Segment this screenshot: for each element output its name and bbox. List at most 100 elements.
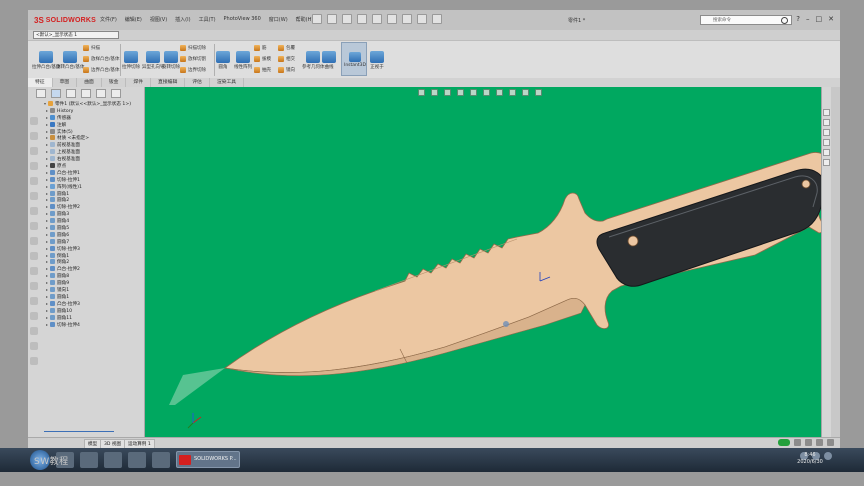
boundary-boss-button[interactable]: 边界凸台/基体: [83, 67, 120, 73]
menu-help[interactable]: 帮助(H): [296, 16, 314, 23]
tree-node[interactable]: ▸ 传感器: [28, 114, 144, 122]
tree-node[interactable]: ▾ 零件1 (默认<<默认>_显示状态 1>): [28, 101, 144, 108]
tree-node[interactable]: ▸ 圆角1: [28, 190, 144, 198]
tray-icon[interactable]: [805, 439, 812, 446]
configuration-manager-icon[interactable]: [81, 89, 91, 98]
tree-node[interactable]: ▸ 圆角8: [28, 273, 144, 280]
loft-boss-button[interactable]: 放样凸台/基体: [83, 56, 120, 62]
tree-node[interactable]: ▸ 切除-拉伸2: [28, 204, 144, 211]
sweep-button[interactable]: 扫描: [83, 45, 100, 51]
rebuild-icon[interactable]: [417, 14, 427, 24]
tree-node[interactable]: ▸ 圆角3: [28, 211, 144, 218]
tree-node[interactable]: ▸ 凸台-拉伸1: [28, 169, 144, 177]
tree-node[interactable]: ▸ 圆角11: [28, 314, 144, 322]
tree-node[interactable]: ▸ 圆角1: [28, 293, 144, 301]
fillet-button[interactable]: 圆角: [216, 51, 230, 70]
revolve-boss-button[interactable]: 旋转凸台/基体: [56, 51, 85, 70]
explorer-icon[interactable]: [80, 452, 98, 468]
file-explorer-icon[interactable]: [823, 129, 830, 136]
rollback-bar[interactable]: [44, 431, 114, 432]
tab-sheet-metal[interactable]: 钣金: [102, 78, 127, 87]
tray-icon[interactable]: [827, 439, 834, 446]
tree-node[interactable]: ▸ 凸台-拉伸2: [28, 266, 144, 273]
swept-cut-button[interactable]: 扫描切除: [180, 45, 206, 51]
shell-button[interactable]: 抽壳: [254, 67, 271, 73]
display-manager-icon[interactable]: [111, 89, 121, 98]
undo-icon[interactable]: [387, 14, 397, 24]
tree-node[interactable]: ▸ 圆角5: [28, 225, 144, 232]
tab-model[interactable]: 模型: [84, 439, 102, 448]
tab-3d-views[interactable]: 3D 视图: [100, 439, 126, 448]
print-icon[interactable]: [372, 14, 382, 24]
rib-button[interactable]: 筋: [254, 45, 267, 51]
tree-node[interactable]: ▸ 凸台-拉伸3: [28, 300, 144, 308]
side-tool-icon[interactable]: [30, 342, 38, 350]
revolve-cut-button[interactable]: 旋转切除: [162, 51, 180, 70]
appearances-icon[interactable]: [823, 149, 830, 156]
knife-blade[interactable]: [223, 152, 831, 374]
tree-node[interactable]: ▸ 切除-拉伸1: [28, 176, 144, 184]
menu-view[interactable]: 视图(V): [150, 16, 167, 23]
tray-icon[interactable]: [816, 439, 823, 446]
handle-rivet[interactable]: [801, 179, 811, 189]
tray-icon[interactable]: [794, 439, 801, 446]
mirror-button[interactable]: 镜向: [278, 67, 295, 73]
tab-evaluate[interactable]: 评估: [185, 78, 210, 87]
menu-window[interactable]: 窗口(W): [269, 16, 288, 23]
tree-node[interactable]: ▸ 圆角4: [28, 218, 144, 225]
maximize-button[interactable]: □: [816, 15, 823, 23]
tab-direct-editing[interactable]: 直接编辑: [151, 78, 186, 87]
side-tool-icon[interactable]: [30, 357, 38, 365]
tree-node[interactable]: ▸ 原点: [28, 163, 144, 170]
tree-node[interactable]: ▸ 切除-拉伸4: [28, 321, 144, 329]
menu-photoview[interactable]: PhotoView 360: [224, 16, 261, 23]
help-button[interactable]: ?: [796, 15, 800, 23]
tree-node[interactable]: ▸ 圆角10: [28, 307, 144, 315]
minimize-button[interactable]: –: [806, 15, 810, 23]
save-icon[interactable]: [357, 14, 367, 24]
tab-features[interactable]: 特征: [28, 78, 53, 87]
select-icon[interactable]: [402, 14, 412, 24]
extrude-cut-button[interactable]: 拉伸切除: [122, 51, 140, 70]
tree-node[interactable]: ▸ 材质 <未指定>: [28, 135, 144, 142]
open-icon[interactable]: [342, 14, 352, 24]
custom-properties-icon[interactable]: [823, 159, 830, 166]
solidworks-logo[interactable]: 3S SOLIDWORKS: [34, 14, 96, 26]
menu-tools[interactable]: 工具(T): [199, 16, 216, 23]
display-state-select[interactable]: <默认>_显示状态 1: [33, 31, 119, 39]
property-manager-icon[interactable]: [66, 89, 76, 98]
draft-button[interactable]: 拔模: [254, 56, 271, 62]
view-palette-icon[interactable]: [823, 139, 830, 146]
tree-node[interactable]: ▸ History: [28, 107, 144, 115]
tree-node[interactable]: ▸ 倒角2: [28, 259, 144, 266]
tree-node[interactable]: ▸ 上视基准面: [28, 149, 144, 156]
design-library-icon[interactable]: [823, 119, 830, 126]
linear-pattern-button[interactable]: 线性阵列: [234, 51, 252, 70]
search-commands-input[interactable]: 搜索命令: [700, 15, 792, 25]
tab-motion-study[interactable]: 运动算例 1: [124, 439, 155, 448]
pin-icon[interactable]: [312, 14, 322, 24]
tree-node[interactable]: ▸ 前视基准面: [28, 142, 144, 149]
normal-to-button[interactable]: 正视于: [370, 51, 384, 70]
tree-node[interactable]: ▸ 圆角6: [28, 231, 144, 239]
tree-node[interactable]: ▸ 注解: [28, 121, 144, 129]
wrap-button[interactable]: 包覆: [278, 45, 295, 51]
tree-node[interactable]: ▸ 右视基准面: [28, 156, 144, 163]
tab-sketch[interactable]: 草图: [53, 78, 78, 87]
tab-weldments[interactable]: 焊件: [126, 78, 152, 87]
menu-insert[interactable]: 插入(I): [175, 16, 190, 23]
handle-rivet[interactable]: [627, 235, 639, 247]
solidworks-task-button[interactable]: SOLIDWORKS P...: [176, 451, 240, 468]
tree-node[interactable]: ▸ 圆角7: [28, 238, 144, 246]
curves-button[interactable]: 曲线: [322, 51, 336, 70]
filter-icon[interactable]: [36, 89, 46, 98]
solidworks-resources-icon[interactable]: [823, 109, 830, 116]
menu-edit[interactable]: 编辑(E): [125, 16, 142, 23]
knife-model[interactable]: [145, 87, 831, 437]
app-icon[interactable]: [128, 452, 146, 468]
close-button[interactable]: ✕: [828, 15, 834, 23]
tree-node[interactable]: ▸ 切除-拉伸3: [28, 245, 144, 253]
taskbar-clock[interactable]: 8:46 2020/6/30: [790, 452, 830, 466]
new-document-icon[interactable]: [327, 14, 337, 24]
tree-node[interactable]: ▸ 圆角9: [28, 280, 144, 287]
